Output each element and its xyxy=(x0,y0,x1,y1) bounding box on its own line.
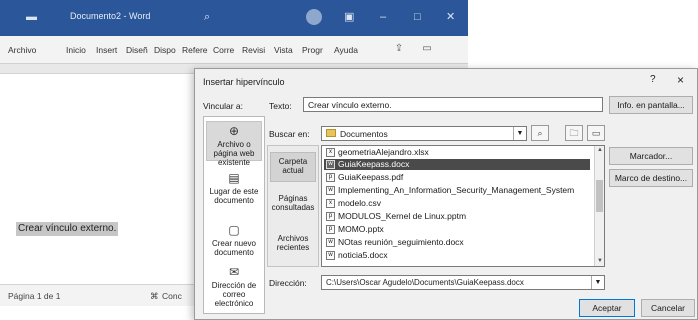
link-to-place-label: Lugar de este documento xyxy=(209,187,259,205)
screen-tip-button[interactable]: Info. en pantalla... xyxy=(609,96,693,114)
browse-folder-icon[interactable]: ▭ xyxy=(587,125,605,141)
file-row[interactable]: p MOMO.pptx xyxy=(324,224,590,235)
help-icon[interactable]: ? xyxy=(650,74,656,85)
globe-file-icon: ⊕ xyxy=(228,124,240,138)
link-to-existing-file[interactable]: ⊕ Archivo o página web existente xyxy=(206,121,262,167)
file-row[interactable]: w noticia5.docx xyxy=(324,250,590,261)
file-row-selected[interactable]: w GuiaKeepass.docx xyxy=(324,159,590,170)
file-list[interactable]: x geometriaAlejandro.xlsx w GuiaKeepass.do… xyxy=(321,145,605,267)
tab-referencias[interactable]: Refere xyxy=(182,45,208,55)
look-in-value: Documentos xyxy=(340,129,388,139)
file-row[interactable]: w NOtas reunión_seguimiento.docx xyxy=(324,237,590,248)
search-icon[interactable]: ⌕ xyxy=(204,10,210,24)
address-input[interactable]: C:\Users\Oscar Agudelo\Documents\GuiaKee… xyxy=(321,275,605,290)
link-to-email[interactable]: ✉ Dirección de correo electrónico xyxy=(206,265,262,309)
file-icon: w xyxy=(326,186,335,195)
file-row[interactable]: p GuiaKeepass.pdf xyxy=(324,172,590,183)
tab-diseno[interactable]: Diseñ xyxy=(126,45,148,55)
ribbon-tabs: Archivo Inicio Insert Diseñ Dispo Refere… xyxy=(0,36,468,64)
target-frame-button[interactable]: Marco de destino... xyxy=(609,169,693,187)
share-icon[interactable]: ⇪ xyxy=(392,43,406,55)
page-count[interactable]: Página 1 de 1 xyxy=(8,291,60,301)
recent-files-tab[interactable]: Archivos recientes xyxy=(270,234,316,260)
link-to-place-in-document[interactable]: ▤ Lugar de este documento xyxy=(206,171,262,211)
file-icon: x xyxy=(326,148,335,157)
link-to-existing-file-label: Archivo o página web existente xyxy=(213,140,255,167)
file-icon: p xyxy=(326,225,335,234)
word-title-bar: ▬ Documento2 - Word ⌕ ▣ – □ ✕ xyxy=(0,0,468,36)
link-to-panel: ⊕ Archivo o página web existente ▤ Lugar… xyxy=(203,116,265,314)
scroll-down-icon[interactable]: ▼ xyxy=(595,257,604,266)
selected-document-text[interactable]: Crear vínculo externo. xyxy=(16,222,119,236)
maximize-icon[interactable]: □ xyxy=(414,10,421,24)
chevron-down-icon[interactable]: ▼ xyxy=(513,127,526,140)
tab-archivo[interactable]: Archivo xyxy=(8,45,36,55)
address-label: Dirección: xyxy=(269,278,307,288)
word-window-title: Documento2 - Word xyxy=(70,11,151,21)
bookmark-button[interactable]: Marcador... xyxy=(609,147,693,165)
close-icon[interactable]: × xyxy=(677,73,684,87)
browsed-pages-tab[interactable]: Páginas consultadas xyxy=(270,194,316,220)
browse-web-icon[interactable]: ⌕ xyxy=(531,125,549,141)
tab-programador[interactable]: Progr xyxy=(302,45,323,55)
comments-icon[interactable]: ▭ xyxy=(420,43,434,55)
text-label: Texto: xyxy=(269,101,292,111)
avatar[interactable] xyxy=(306,9,322,25)
file-row[interactable]: w Implementing_An_Information_Security_Ma… xyxy=(324,185,590,196)
link-to-email-label: Dirección de correo electrónico xyxy=(211,281,257,308)
tab-disposicion[interactable]: Dispo xyxy=(154,45,176,55)
scroll-up-icon[interactable]: ▲ xyxy=(595,146,604,155)
file-icon: w xyxy=(326,251,335,260)
link-to-label: Vincular a: xyxy=(203,101,244,111)
tab-ayuda[interactable]: Ayuda xyxy=(334,45,358,55)
current-folder-tab[interactable]: Carpeta actual xyxy=(270,152,316,182)
browse-sources-panel: Carpeta actual Páginas consultadas Archi… xyxy=(267,145,319,267)
tab-revisar[interactable]: Revisi xyxy=(242,45,265,55)
scroll-thumb[interactable] xyxy=(596,180,603,212)
file-list-scrollbar[interactable]: ▲ ▼ xyxy=(594,146,604,266)
document-page[interactable]: Crear vínculo externo. xyxy=(0,74,200,284)
dialog-title: Insertar hipervínculo xyxy=(203,77,285,87)
file-icon: x xyxy=(326,199,335,208)
tab-vista[interactable]: Vista xyxy=(274,45,293,55)
autosave-icon[interactable]: ▬ xyxy=(26,10,37,24)
minimize-icon[interactable]: – xyxy=(380,10,386,24)
tab-correspondencia[interactable]: Corre xyxy=(213,45,234,55)
folder-icon xyxy=(326,129,336,137)
text-to-display-input[interactable]: Crear vínculo externo. xyxy=(303,97,603,112)
link-to-new-document-label: Crear nuevo documento xyxy=(211,239,257,257)
cancel-button[interactable]: Cancelar xyxy=(641,299,695,317)
ok-button[interactable]: Aceptar xyxy=(579,299,635,317)
file-icon: w xyxy=(326,238,335,247)
file-icon: p xyxy=(326,212,335,221)
accessibility-icon[interactable]: ⌘ xyxy=(150,291,159,302)
link-to-new-document[interactable]: ▢ Crear nuevo documento xyxy=(206,223,262,257)
close-icon[interactable]: ✕ xyxy=(446,10,455,24)
file-row[interactable]: p MODULOS_Kernel de Linux.pptm xyxy=(324,211,590,222)
chevron-down-icon[interactable]: ▼ xyxy=(591,276,604,289)
tab-inicio[interactable]: Inicio xyxy=(66,45,86,55)
email-icon: ✉ xyxy=(228,265,240,279)
look-in-select[interactable]: Documentos ▼ xyxy=(321,126,527,141)
status-accessibility[interactable]: Conc xyxy=(162,291,182,301)
insert-hyperlink-dialog: Insertar hipervínculo ? × Vincular a: Te… xyxy=(194,68,698,320)
tab-insertar[interactable]: Insert xyxy=(96,45,117,55)
file-row[interactable]: x geometriaAlejandro.xlsx xyxy=(324,147,590,158)
browse-file-icon[interactable]: 🗀 xyxy=(565,125,583,141)
look-in-label: Buscar en: xyxy=(269,129,310,139)
new-document-icon: ▢ xyxy=(228,223,240,237)
file-row[interactable]: x modelo.csv xyxy=(324,198,590,209)
address-value: C:\Users\Oscar Agudelo\Documents\GuiaKee… xyxy=(326,278,524,287)
file-icon: w xyxy=(326,160,335,169)
ribbon-display-icon[interactable]: ▣ xyxy=(344,10,354,24)
file-icon: p xyxy=(326,173,335,182)
document-place-icon: ▤ xyxy=(228,171,240,185)
